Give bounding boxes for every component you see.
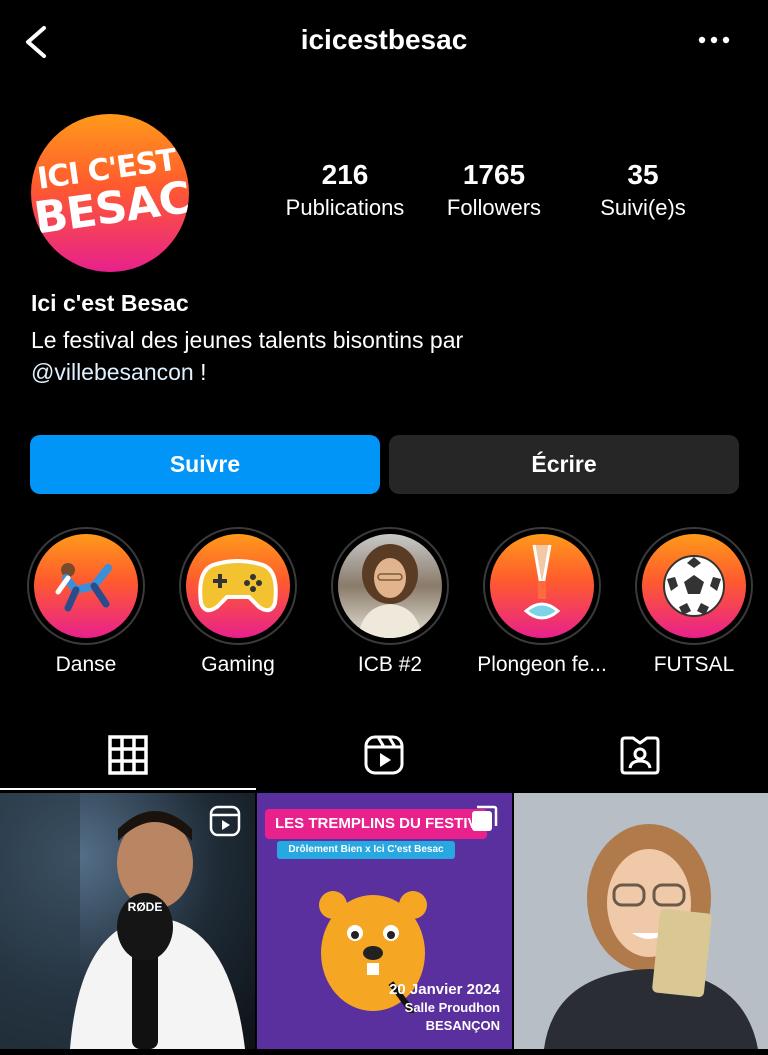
highlight-ring — [635, 527, 753, 645]
event-city: BESANÇON — [425, 1018, 500, 1033]
carousel-badge-icon — [472, 805, 498, 831]
profile-bio: Le festival des jeunes talents bisontins… — [31, 324, 731, 388]
stat-following[interactable]: 35 Suivi(e)s — [580, 158, 706, 224]
stat-value: 1765 — [462, 159, 526, 190]
event-venue: Salle Proudhon — [404, 1000, 500, 1015]
highlight-label: ICB #2 — [357, 653, 423, 676]
highlight-label: Plongeon fe... — [477, 653, 607, 676]
highlight-label: Danse — [55, 653, 117, 676]
gamepad-icon — [198, 559, 278, 613]
highlight-danse[interactable]: Danse — [27, 527, 145, 677]
highlight-futsal[interactable]: FUTSAL — [635, 527, 753, 677]
tab-grid[interactable] — [0, 720, 256, 790]
soccer-ball-icon — [663, 555, 725, 617]
post-tile[interactable]: RØDE — [0, 793, 255, 1049]
stat-followers[interactable]: 1765 Followers — [428, 158, 560, 224]
highlight-cover — [34, 534, 138, 638]
event-date: 20 Janvier 2024 — [389, 981, 500, 998]
bio-text: Le festival des jeunes talents bisontins… — [31, 327, 464, 353]
diver-icon — [523, 544, 561, 620]
profile-avatar[interactable]: ICI C'EST BESAC — [31, 114, 189, 272]
bio-mention-link[interactable]: @villebesancon — [31, 359, 194, 385]
more-options-icon[interactable] — [696, 30, 732, 50]
post-tile[interactable]: LES TREMPLINS DU FESTIVAL Drôlement Bien… — [257, 793, 512, 1049]
stat-label: Publications — [285, 195, 405, 220]
highlight-cover — [642, 534, 746, 638]
post-subtitle: Drôlement Bien x Ici C'est Besac — [277, 841, 455, 859]
stat-value: 216 — [321, 159, 369, 190]
tagged-icon — [620, 736, 660, 775]
stat-label: Suivi(e)s — [600, 195, 686, 220]
post-tile[interactable] — [514, 793, 768, 1049]
message-button[interactable]: Écrire — [389, 435, 739, 494]
highlight-cover — [338, 534, 442, 638]
highlight-gaming[interactable]: Gaming — [179, 527, 297, 677]
mic-logo: RØDE — [128, 900, 163, 914]
person-photo — [358, 544, 422, 638]
highlight-ring — [179, 527, 297, 645]
stat-value: 35 — [627, 159, 659, 190]
highlight-ring — [331, 527, 449, 645]
post-banner-text: LES TREMPLINS DU FESTIVAL — [265, 809, 487, 839]
active-tab-indicator — [0, 788, 256, 790]
highlight-ring — [483, 527, 601, 645]
grid-icon — [108, 735, 148, 775]
highlight-ring — [27, 527, 145, 645]
stat-publications[interactable]: 216 Publications — [270, 158, 420, 224]
tab-reels[interactable] — [256, 720, 512, 790]
highlight-cover — [186, 534, 290, 638]
stat-label: Followers — [446, 195, 542, 220]
posts-grid: RØDE LES TREMPLINS DU FESTIVAL Drôlement… — [0, 793, 768, 1055]
bio-suffix: ! — [193, 359, 207, 385]
highlight-cover — [490, 534, 594, 638]
highlight-label: Gaming — [201, 653, 275, 676]
follow-button[interactable]: Suivre — [30, 435, 380, 494]
top-bar: icicestbesac — [0, 0, 768, 84]
profile-display-name: Ici c'est Besac — [31, 290, 189, 316]
dancer-icon — [55, 563, 112, 612]
highlight-icb2[interactable]: ICB #2 — [331, 527, 449, 677]
profile-username: icicestbesac — [300, 24, 468, 55]
reel-badge-icon — [209, 805, 241, 837]
highlight-label: FUTSAL — [653, 653, 735, 676]
tab-tagged[interactable] — [512, 720, 768, 790]
post-thumbnail-photo — [514, 793, 768, 1049]
highlight-plongeon[interactable]: Plongeon fe... — [477, 527, 607, 677]
profile-tabs — [0, 720, 768, 790]
post-event-details: 20 Janvier 2024 Salle Proudhon BESANÇON — [389, 981, 500, 1035]
reels-icon — [364, 735, 404, 775]
avatar-logo: ICI C'EST BESAC — [31, 142, 189, 245]
